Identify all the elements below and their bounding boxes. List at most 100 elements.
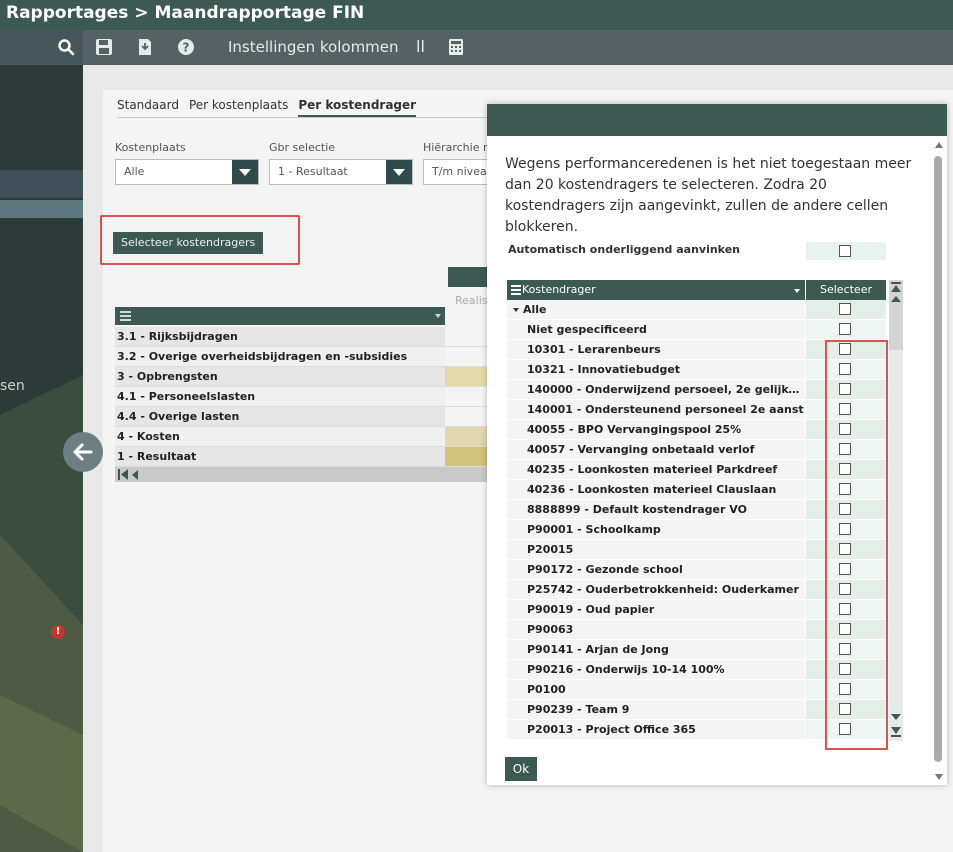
- scroll-up-icon[interactable]: [891, 296, 901, 302]
- select-kostendragers-button[interactable]: Selecteer kostendragers: [113, 232, 264, 254]
- column-settings-button[interactable]: Instellingen kolommen: [228, 38, 399, 56]
- dialog-message: Wegens performanceredenen is het niet to…: [505, 156, 912, 235]
- export-icon[interactable]: [136, 38, 154, 56]
- kostendrager-label: P90019 - Oud papier: [507, 600, 805, 620]
- row-label: 1 - Resultaat: [115, 447, 445, 466]
- page-title: Maandrapportage FIN: [154, 3, 365, 23]
- list-header: Kostendrager Selecteer: [507, 280, 887, 300]
- table-row[interactable]: 4.4 - Overige lasten: [115, 407, 500, 427]
- kostendrager-label: 10321 - Innovatiebudget: [507, 360, 805, 380]
- scroll-up-icon[interactable]: [935, 142, 943, 148]
- table-row[interactable]: 1 - Resultaat: [115, 447, 500, 467]
- kostendrager-label: 8888899 - Default kostendrager VO: [507, 500, 805, 520]
- tab-per-kostenplaats[interactable]: Per kostenplaats: [189, 98, 288, 117]
- chevron-down-icon: [239, 169, 251, 176]
- scroll-down-icon[interactable]: [891, 714, 901, 720]
- row-label: 3.2 - Overige overheidsbijdragen en -sub…: [115, 347, 445, 366]
- background-panel-edge: [947, 104, 953, 324]
- previous-icon[interactable]: [132, 470, 138, 480]
- gbr-selectie-dropdown-button[interactable]: [386, 160, 412, 184]
- menu-icon[interactable]: [511, 285, 521, 295]
- svg-text:?: ?: [183, 41, 190, 55]
- save-icon[interactable]: [95, 38, 113, 56]
- table-row[interactable]: 4.1 - Personeelslasten: [115, 387, 500, 407]
- column-separator-icon[interactable]: ll: [416, 37, 425, 56]
- kostenplaats-label: Kostenplaats: [115, 141, 186, 154]
- hierarchie-label: Hiërarchie n: [423, 141, 490, 154]
- select-kostendragers-dialog: Wegens performanceredenen is het niet to…: [487, 104, 947, 785]
- menu-icon[interactable]: [120, 310, 131, 321]
- breadcrumb-separator: >: [134, 3, 149, 23]
- kostendrager-label: P90141 - Arjan de Jong: [507, 640, 805, 660]
- grid-column-header: Realis: [455, 294, 488, 307]
- auto-check-label: Automatisch onderliggend aanvinken: [508, 243, 740, 256]
- kostenplaats-dropdown-button[interactable]: [232, 160, 258, 184]
- table-row[interactable]: 3.2 - Overige overheidsbijdragen en -sub…: [115, 347, 500, 367]
- tabs-divider: [117, 117, 507, 118]
- tab-standaard[interactable]: Standaard: [117, 98, 179, 117]
- select-checkbox[interactable]: [839, 303, 851, 315]
- sidebar-partial-label[interactable]: sen: [0, 378, 25, 394]
- alert-icon[interactable]: !: [51, 625, 65, 639]
- sidebar-nav-item-active[interactable]: [0, 200, 83, 218]
- auto-check-checkbox[interactable]: [839, 245, 851, 257]
- breadcrumb-root[interactable]: Rapportages: [6, 3, 128, 23]
- scrollbar-thumb[interactable]: [934, 156, 942, 762]
- kostendrager-label: 40235 - Loonkosten materieel Parkdreef: [507, 460, 805, 480]
- column-header-kostendrager[interactable]: Kostendrager: [507, 280, 805, 300]
- scroll-to-bottom-icon[interactable]: [891, 727, 901, 737]
- gbr-selectie-label: Gbr selectie: [269, 141, 336, 154]
- kostendrager-label: P90239 - Team 9: [507, 700, 805, 720]
- table-row[interactable]: 3.1 - Rijksbijdragen: [115, 327, 500, 347]
- kostendrager-label: P20013 - Project Office 365: [507, 720, 805, 740]
- expand-arrow-icon[interactable]: [513, 308, 519, 312]
- grid-header: [115, 307, 445, 325]
- scroll-to-top-icon[interactable]: [891, 282, 901, 292]
- chevron-down-icon: [393, 169, 405, 176]
- row-label: 3.1 - Rijksbijdragen: [115, 327, 445, 346]
- kostendrager-label: P90001 - Schoolkamp: [507, 520, 805, 540]
- kostendrager-label: P25742 - Ouderbetrokkenheid: Ouderkamer: [507, 580, 805, 600]
- search-icon[interactable]: [57, 38, 75, 56]
- back-button[interactable]: [63, 432, 103, 472]
- kostendrager-label: 40055 - BPO Vervangingspool 25%: [507, 420, 805, 440]
- dialog-header: [487, 104, 947, 136]
- calculator-icon[interactable]: [447, 38, 465, 56]
- dialog-scrollbar[interactable]: [933, 142, 945, 782]
- select-checkbox[interactable]: [839, 323, 851, 335]
- chevron-down-icon[interactable]: [794, 289, 800, 293]
- row-label: 4.1 - Personeelslasten: [115, 387, 445, 406]
- help-icon[interactable]: ?: [177, 38, 195, 56]
- list-item[interactable]: Niet gespecificeerd: [507, 320, 887, 340]
- list-item[interactable]: Alle: [507, 300, 887, 320]
- tab-per-kostendrager[interactable]: Per kostendrager: [298, 98, 417, 117]
- kostendrager-label: Niet gespecificeerd: [507, 320, 805, 340]
- arrow-left-icon: [73, 443, 93, 461]
- kostendrager-label: 40236 - Loonkosten materieel Clauslaan: [507, 480, 805, 500]
- column-header-selecteer[interactable]: Selecteer: [806, 280, 886, 300]
- kostenplaats-value: Alle: [124, 165, 145, 178]
- table-row[interactable]: 3 - Opbrengsten: [115, 367, 500, 387]
- kostendrager-label: 10301 - Lerarenbeurs: [507, 340, 805, 360]
- first-page-icon[interactable]: [118, 469, 128, 480]
- scroll-down-icon[interactable]: [935, 774, 943, 780]
- row-label: 3 - Opbrengsten: [115, 367, 445, 386]
- kostendrager-label: P90063: [507, 620, 805, 640]
- sidebar-search-bar: [0, 30, 83, 65]
- chevron-down-icon[interactable]: [435, 314, 441, 318]
- selecteer-cell: [806, 320, 886, 340]
- auto-check-row: Automatisch onderliggend aanvinken: [507, 242, 887, 260]
- selecteer-column-highlight: [825, 340, 888, 750]
- table-row[interactable]: 4 - Kosten: [115, 427, 500, 447]
- toolbar: ? Instellingen kolommen ll: [83, 30, 953, 65]
- list-scrollbar[interactable]: [889, 280, 903, 741]
- hierarchie-value: T/m niveau: [432, 165, 494, 178]
- kostendrager-label: P20015: [507, 540, 805, 560]
- ok-button[interactable]: Ok: [505, 757, 537, 781]
- kostenplaats-select[interactable]: Alle: [115, 159, 259, 185]
- gbr-selectie-select[interactable]: 1 - Resultaat: [269, 159, 413, 185]
- kostendrager-label: P90216 - Onderwijs 10-14 100%: [507, 660, 805, 680]
- horizontal-scrollbar[interactable]: [115, 467, 500, 482]
- sidebar-nav-item[interactable]: [0, 170, 83, 198]
- grid-rows: 3.1 - Rijksbijdragen 3.2 - Overige overh…: [115, 327, 500, 467]
